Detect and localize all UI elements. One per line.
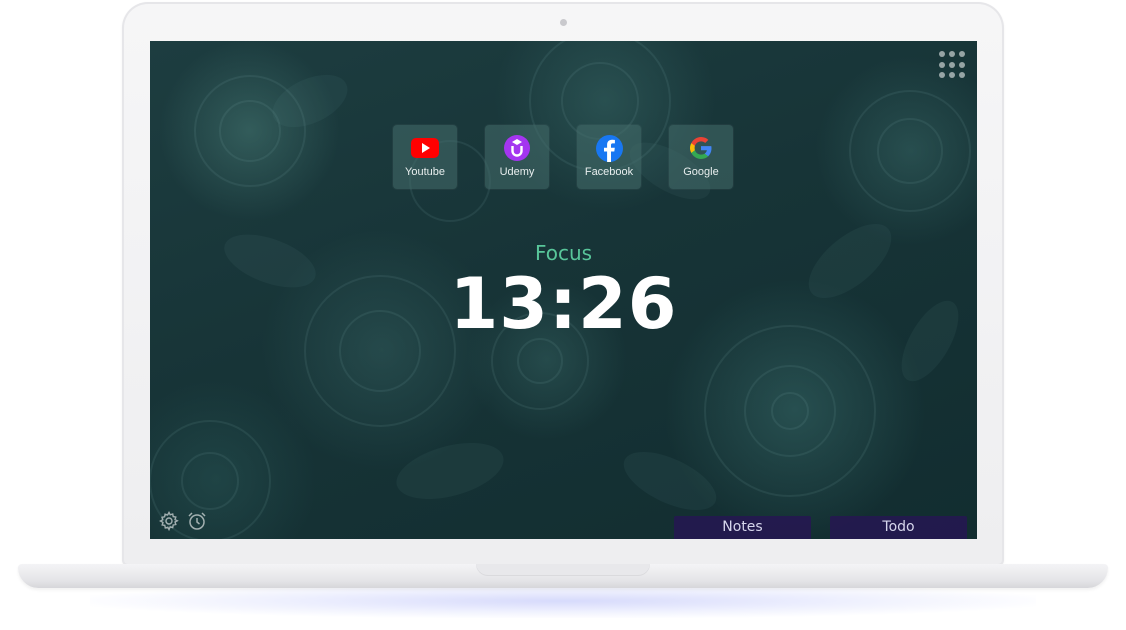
clock-time: 13:26	[449, 263, 678, 345]
webcam	[560, 19, 567, 26]
laptop-notch	[476, 564, 650, 576]
google-icon	[687, 134, 715, 162]
udemy-icon	[503, 134, 531, 162]
shortcut-google[interactable]: Google	[669, 125, 733, 189]
shortcut-label: Facebook	[584, 166, 634, 178]
shortcut-label: Google	[683, 166, 719, 178]
facebook-icon	[595, 134, 623, 162]
shortcut-youtube[interactable]: Youtube	[393, 125, 457, 189]
mode-label: Focus	[534, 241, 593, 265]
shortcut-udemy[interactable]: Udemy	[485, 125, 549, 189]
shortcut-facebook[interactable]: Facebook	[577, 125, 641, 189]
product-mockup: Youtube Udemy Facebook Google Focus 13:2…	[0, 0, 1126, 630]
todo-button[interactable]: Todo	[830, 516, 967, 539]
notes-button[interactable]: Notes	[674, 516, 811, 539]
shortcut-label: Youtube	[405, 166, 445, 178]
gear-icon[interactable]	[159, 511, 179, 531]
alarm-clock-icon[interactable]	[187, 511, 207, 531]
shortcuts-row: Youtube Udemy Facebook Google	[393, 125, 733, 189]
bottom-left-tools	[159, 511, 207, 531]
youtube-icon	[411, 134, 439, 162]
new-tab-screen: Youtube Udemy Facebook Google Focus 13:2…	[150, 41, 977, 539]
device-shadow	[90, 584, 1036, 618]
apps-grid-icon[interactable]	[939, 51, 967, 79]
shortcut-label: Udemy	[499, 166, 535, 178]
